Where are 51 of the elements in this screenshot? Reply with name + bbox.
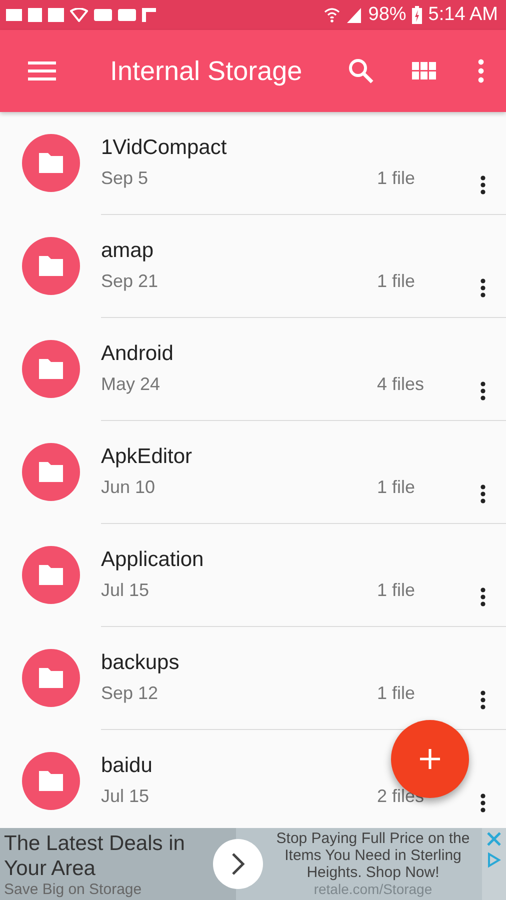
dots-icon [480,278,486,298]
folder-date: Sep 5 [101,168,150,189]
clock-time: 5:14 AM [428,4,498,26]
plus-icon [419,748,441,770]
file-count: 4 files [377,374,424,395]
ad-subline: Save Big on Storage [4,881,143,898]
folder-date: Jul 15 [101,786,150,807]
folder-date: Jul 15 [101,580,150,601]
dots-icon [480,484,486,504]
shield-icon [70,8,88,22]
folder-name: baidu [101,754,152,778]
ad-url: retale.com/Storage [314,881,432,897]
dots-icon [478,59,484,83]
toolbar-title: Internal Storage [110,56,304,86]
folder-name: ApkEditor [101,445,192,469]
wifi-icon [324,7,340,23]
ad-text: Stop Paying Full Price on the Items You Need in Sterling Heights. Shop Now! [275,830,471,881]
folder-name: Application [101,548,204,572]
chevron-icon [231,852,245,876]
folder-date: Sep 21 [101,271,160,292]
dots-icon [480,690,486,710]
grid-icon [412,62,436,80]
signal-icon [346,7,362,23]
folder-icon [37,151,65,175]
file-count: 1 file [377,168,416,189]
dots-icon [480,793,486,813]
dots-icon [480,587,486,607]
folder-icon [37,460,65,484]
file-count: 1 file [377,477,416,498]
battery-level: 98% [368,4,406,26]
folder-icon [37,769,65,793]
file-count: 1 file [377,683,416,704]
dots-icon [480,381,486,401]
folder-icon [37,563,65,587]
folder-icon [37,666,65,690]
file-count: 1 file [377,271,416,292]
folder-date: May 24 [101,374,162,395]
folder-date: Jun 10 [101,477,156,498]
folder-icon [37,357,65,381]
file-count: 1 file [377,580,416,601]
folder-name: amap [101,239,154,263]
folder-name: Android [101,342,174,366]
search-icon [348,58,374,84]
dots-icon [480,175,486,195]
ad-headline: The Latest Deals in Your Area [4,831,186,881]
folder-name: backups [101,651,180,675]
menu-icon [28,61,56,81]
battery-icon [412,6,422,24]
folder-name: 1VidCompact [101,136,227,160]
folder-date: Sep 12 [101,683,160,704]
folder-icon [37,254,65,278]
